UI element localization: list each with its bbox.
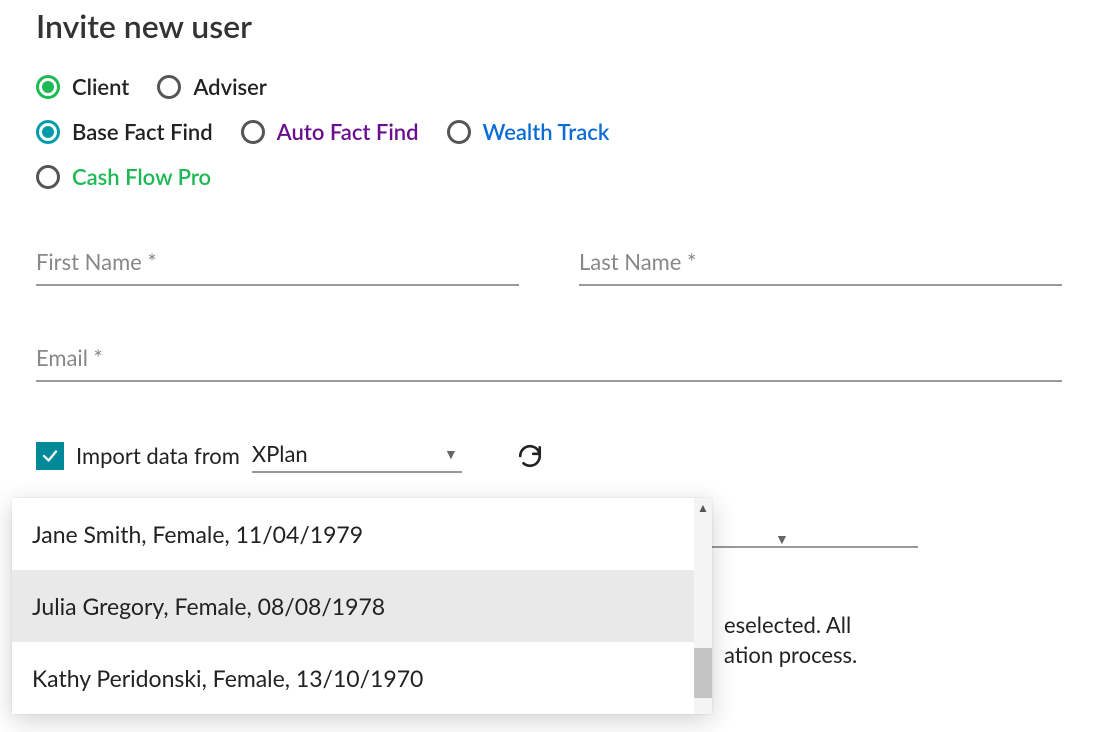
import-source-select[interactable]: XPlan ▼ xyxy=(252,438,462,473)
radio-auto-fact-find[interactable]: Auto Fact Find xyxy=(241,118,419,145)
background-help-text: eselected. All ation process. xyxy=(724,610,857,669)
radio-base-label: Base Fact Find xyxy=(72,118,213,145)
radio-icon xyxy=(241,120,265,144)
radio-adviser-label: Adviser xyxy=(193,73,267,100)
radio-client-label: Client xyxy=(72,73,129,100)
first-name-field-wrapper: First Name * xyxy=(36,246,519,286)
scroll-up-icon[interactable]: ▲ xyxy=(694,498,712,516)
radio-icon xyxy=(447,120,471,144)
role-radio-group: Client Adviser xyxy=(36,73,1062,100)
radio-adviser[interactable]: Adviser xyxy=(157,73,267,100)
radio-base-fact-find[interactable]: Base Fact Find xyxy=(36,118,213,145)
scrollbar-thumb[interactable] xyxy=(694,648,712,698)
first-name-input[interactable] xyxy=(36,246,519,286)
radio-icon xyxy=(36,165,60,189)
import-row: Import data from XPlan ▼ xyxy=(36,438,1062,473)
client-record-dropdown: Jane Smith, Female, 11/04/1979 Julia Gre… xyxy=(12,498,712,714)
last-name-field-wrapper: Last Name * xyxy=(579,246,1062,286)
import-label-prefix: Import data from xyxy=(76,442,240,469)
page-title: Invite new user xyxy=(36,6,1062,45)
import-checkbox[interactable] xyxy=(36,442,64,470)
radio-icon xyxy=(157,75,181,99)
radio-wealth-label: Wealth Track xyxy=(483,118,610,145)
client-option[interactable]: Jane Smith, Female, 11/04/1979 xyxy=(12,498,712,570)
email-field-wrapper: Email * xyxy=(36,342,1062,382)
radio-cash-flow-pro[interactable]: Cash Flow Pro xyxy=(36,163,211,190)
radio-client[interactable]: Client xyxy=(36,73,129,100)
refresh-button[interactable] xyxy=(514,440,546,472)
scrollbar-track[interactable]: ▲ xyxy=(694,498,712,714)
refresh-icon xyxy=(517,443,543,469)
chevron-down-icon: ▼ xyxy=(444,445,458,462)
last-name-input[interactable] xyxy=(579,246,1062,286)
client-option[interactable]: Julia Gregory, Female, 08/08/1978 xyxy=(12,570,712,642)
radio-wealth-track[interactable]: Wealth Track xyxy=(447,118,610,145)
email-input[interactable] xyxy=(36,342,1062,382)
radio-auto-label: Auto Fact Find xyxy=(277,118,419,145)
chevron-down-icon[interactable]: ▼ xyxy=(775,530,789,547)
radio-icon xyxy=(36,75,60,99)
client-option[interactable]: Kathy Peridonski, Female, 13/10/1970 xyxy=(12,642,712,714)
import-source-value: XPlan xyxy=(252,440,308,467)
product-radio-group: Base Fact Find Auto Fact Find Wealth Tra… xyxy=(36,118,716,190)
check-icon xyxy=(41,447,59,465)
radio-icon xyxy=(36,120,60,144)
radio-cash-label: Cash Flow Pro xyxy=(72,163,211,190)
